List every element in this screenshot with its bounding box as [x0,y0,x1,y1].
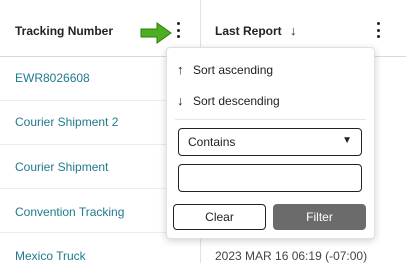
column-menu: ↑ Sort ascending ↓ Sort descending Conta… [166,47,375,239]
arrow-up-icon: ↑ [177,62,184,77]
caret-down-icon: ▼ [342,135,352,146]
tracking-number-link[interactable]: Courier Shipment [15,160,108,174]
sort-ascending-item[interactable]: ↑ Sort ascending [177,62,273,77]
tracking-number-link[interactable]: Courier Shipment 2 [15,115,118,129]
filter-button[interactable]: Filter [273,204,366,230]
kebab-menu-icon[interactable] [373,22,383,38]
sort-descending-item[interactable]: ↓ Sort descending [177,93,280,108]
green-arrow-icon [140,22,172,44]
tracking-number-link[interactable]: Mexico Truck [15,249,86,263]
clear-button[interactable]: Clear [173,204,266,230]
filter-operator-value: Contains [188,135,236,149]
sort-descending-label: Sort descending [193,93,280,108]
arrow-down-icon: ↓ [177,93,184,108]
filter-operator-select[interactable]: Contains ▼ [178,128,362,156]
tracking-number-link[interactable]: EWR8026608 [15,71,90,85]
menu-divider [175,119,366,120]
column-header-last-report[interactable]: Last Report [215,24,282,38]
sort-descending-indicator-icon[interactable]: ↓ [290,23,297,38]
column-header-tracking-number[interactable]: Tracking Number [15,24,113,38]
tracking-number-link[interactable]: Convention Tracking [15,205,124,219]
data-grid: Tracking Number Last Report ↓ EWR8026608… [0,0,406,263]
filter-value-input[interactable] [178,164,362,192]
kebab-menu-icon[interactable] [173,22,183,38]
last-report-cell: 2023 MAR 16 06:19 (-07:00) [215,249,368,263]
sort-ascending-label: Sort ascending [193,62,274,77]
